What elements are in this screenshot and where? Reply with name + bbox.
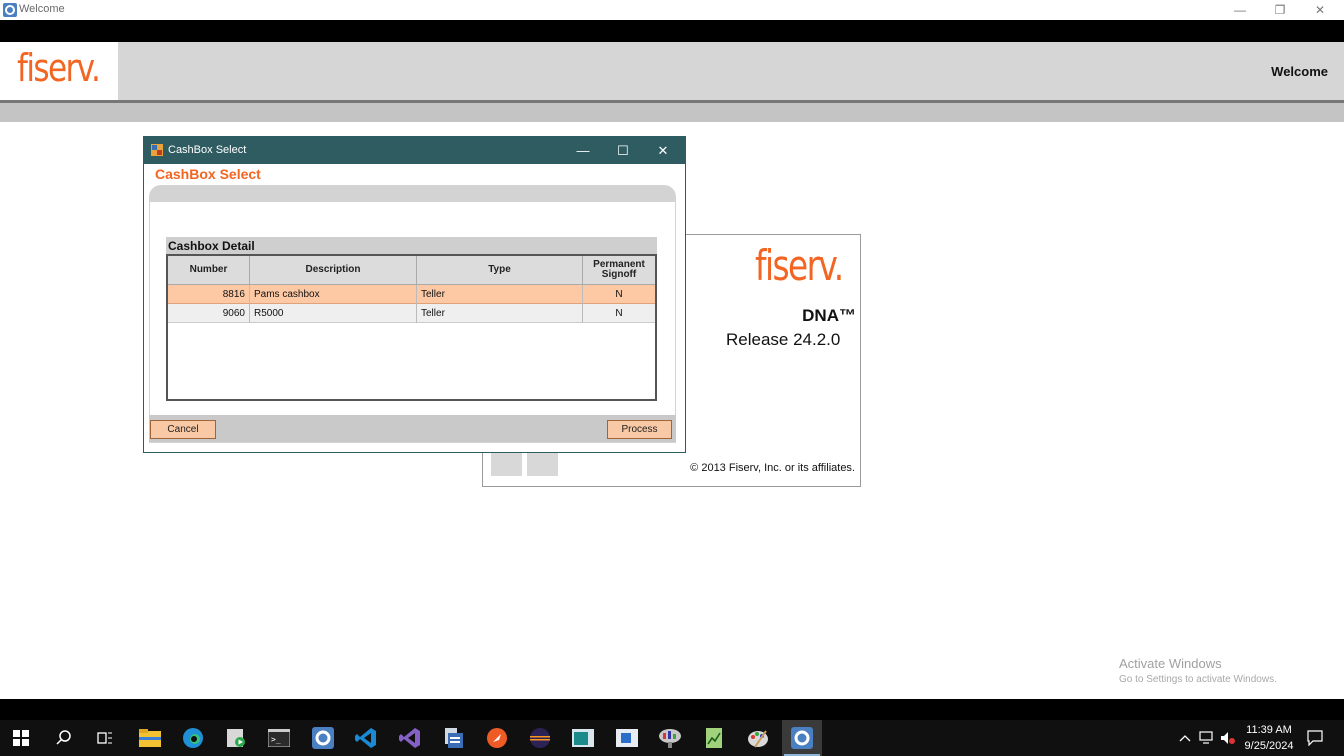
window-title: Welcome [19, 3, 65, 15]
app-header-title: Welcome [1271, 64, 1328, 79]
cell-number: 9060 [168, 304, 250, 323]
postman-icon[interactable] [483, 724, 511, 752]
cell-type: Teller [417, 304, 583, 323]
dialog-footer: Cancel Process [149, 415, 676, 442]
dialog-titlebar[interactable]: CashBox Select — ☐ ✕ [144, 137, 685, 164]
dialog-close-button[interactable]: ✕ [654, 142, 672, 160]
taskbar-time[interactable]: 11:39 AM [1238, 724, 1300, 736]
column-header-description[interactable]: Description [250, 256, 417, 285]
blue-app-icon[interactable] [613, 724, 641, 752]
cell-description: Pams cashbox [250, 285, 417, 304]
fiserv-logo: fiserv. [17, 46, 101, 90]
column-header-number[interactable]: Number [168, 256, 250, 285]
activate-windows-subtitle: Go to Settings to activate Windows. [1119, 674, 1277, 685]
dialog-heading: CashBox Select [155, 166, 261, 182]
media-app-icon[interactable] [222, 724, 250, 752]
column-header-permanent-signoff[interactable]: Permanent Signoff [583, 256, 655, 285]
window-titlebar: Welcome — ❐ ✕ [0, 0, 1344, 20]
tray-chevron-up-icon[interactable] [1176, 724, 1194, 752]
dna-app-icon[interactable] [309, 724, 337, 752]
network-icon[interactable] [1197, 724, 1217, 752]
paint-app-icon[interactable] [744, 724, 772, 752]
cell-permanent-signoff: N [615, 289, 623, 300]
dialog-minimize-button[interactable]: — [574, 142, 592, 160]
bottom-black-band [0, 699, 1344, 720]
splash-placeholder-block [491, 453, 522, 476]
header-subbar [0, 103, 1344, 122]
terminal-icon[interactable]: >_ [265, 724, 293, 752]
task-view-icon[interactable] [91, 724, 119, 752]
cashbox-detail-header: Cashbox Detail [166, 237, 657, 254]
process-button[interactable]: Process [607, 420, 672, 439]
column-header-type[interactable]: Type [417, 256, 583, 285]
top-black-band [0, 20, 1344, 42]
cashbox-select-dialog: CashBox Select — ☐ ✕ CashBox Select Cash… [143, 136, 686, 453]
cell-description: R5000 [250, 304, 417, 323]
notification-icon[interactable] [1303, 724, 1327, 752]
document-app-icon[interactable] [439, 724, 467, 752]
table-row[interactable]: 9060 R5000 Teller N [168, 304, 655, 323]
dialog-app-icon [151, 144, 163, 156]
dialog-maximize-button[interactable]: ☐ [614, 142, 632, 160]
cell-number: 8816 [168, 285, 250, 304]
cashbox-grid: Number Description Type Permanent Signof… [166, 254, 657, 401]
edge-icon[interactable] [179, 724, 207, 752]
table-row[interactable]: 8816 Pams cashbox Teller N [168, 285, 655, 304]
cell-type: Teller [417, 285, 583, 304]
dialog-panel: Cashbox Detail Number Description Type P… [149, 185, 676, 443]
chart-app-icon[interactable] [656, 724, 684, 752]
window-close-button[interactable]: ✕ [1312, 2, 1328, 18]
app-logo-container: fiserv. [0, 42, 118, 100]
cancel-button[interactable]: Cancel [150, 420, 216, 439]
eclipse-icon[interactable] [526, 724, 554, 752]
dialog-title: CashBox Select [168, 144, 247, 156]
activate-windows-title: Activate Windows [1119, 656, 1222, 671]
splash-copyright: © 2013 Fiserv, Inc. or its affiliates. [690, 462, 855, 474]
splash-placeholder-block [527, 453, 558, 476]
vscode-icon[interactable] [352, 724, 380, 752]
dna-app-icon [3, 3, 17, 17]
splash-fiserv-logo: fiserv. [755, 241, 844, 290]
taskbar-date[interactable]: 9/25/2024 [1238, 740, 1300, 752]
splash-release: Release 24.2.0 [726, 330, 841, 349]
svg-text:>_: >_ [271, 735, 281, 744]
splash-product-name: DNA™ [802, 306, 856, 325]
window-restore-button[interactable]: ❐ [1272, 2, 1288, 18]
window-minimize-button[interactable]: — [1232, 2, 1248, 18]
file-explorer-icon[interactable] [136, 724, 164, 752]
notepad-app-icon[interactable] [700, 724, 728, 752]
search-icon[interactable] [50, 724, 78, 752]
taskbar: >_ 11:39 AM 9/25/2024 [0, 720, 1344, 756]
visual-studio-icon[interactable] [396, 724, 424, 752]
dna-active-app-icon[interactable] [782, 720, 822, 756]
window-app-icon[interactable] [569, 724, 597, 752]
cell-permanent-signoff: N [615, 308, 623, 319]
volume-muted-icon[interactable] [1218, 724, 1238, 752]
start-icon[interactable] [7, 724, 35, 752]
app-header: fiserv. Welcome [0, 42, 1344, 100]
